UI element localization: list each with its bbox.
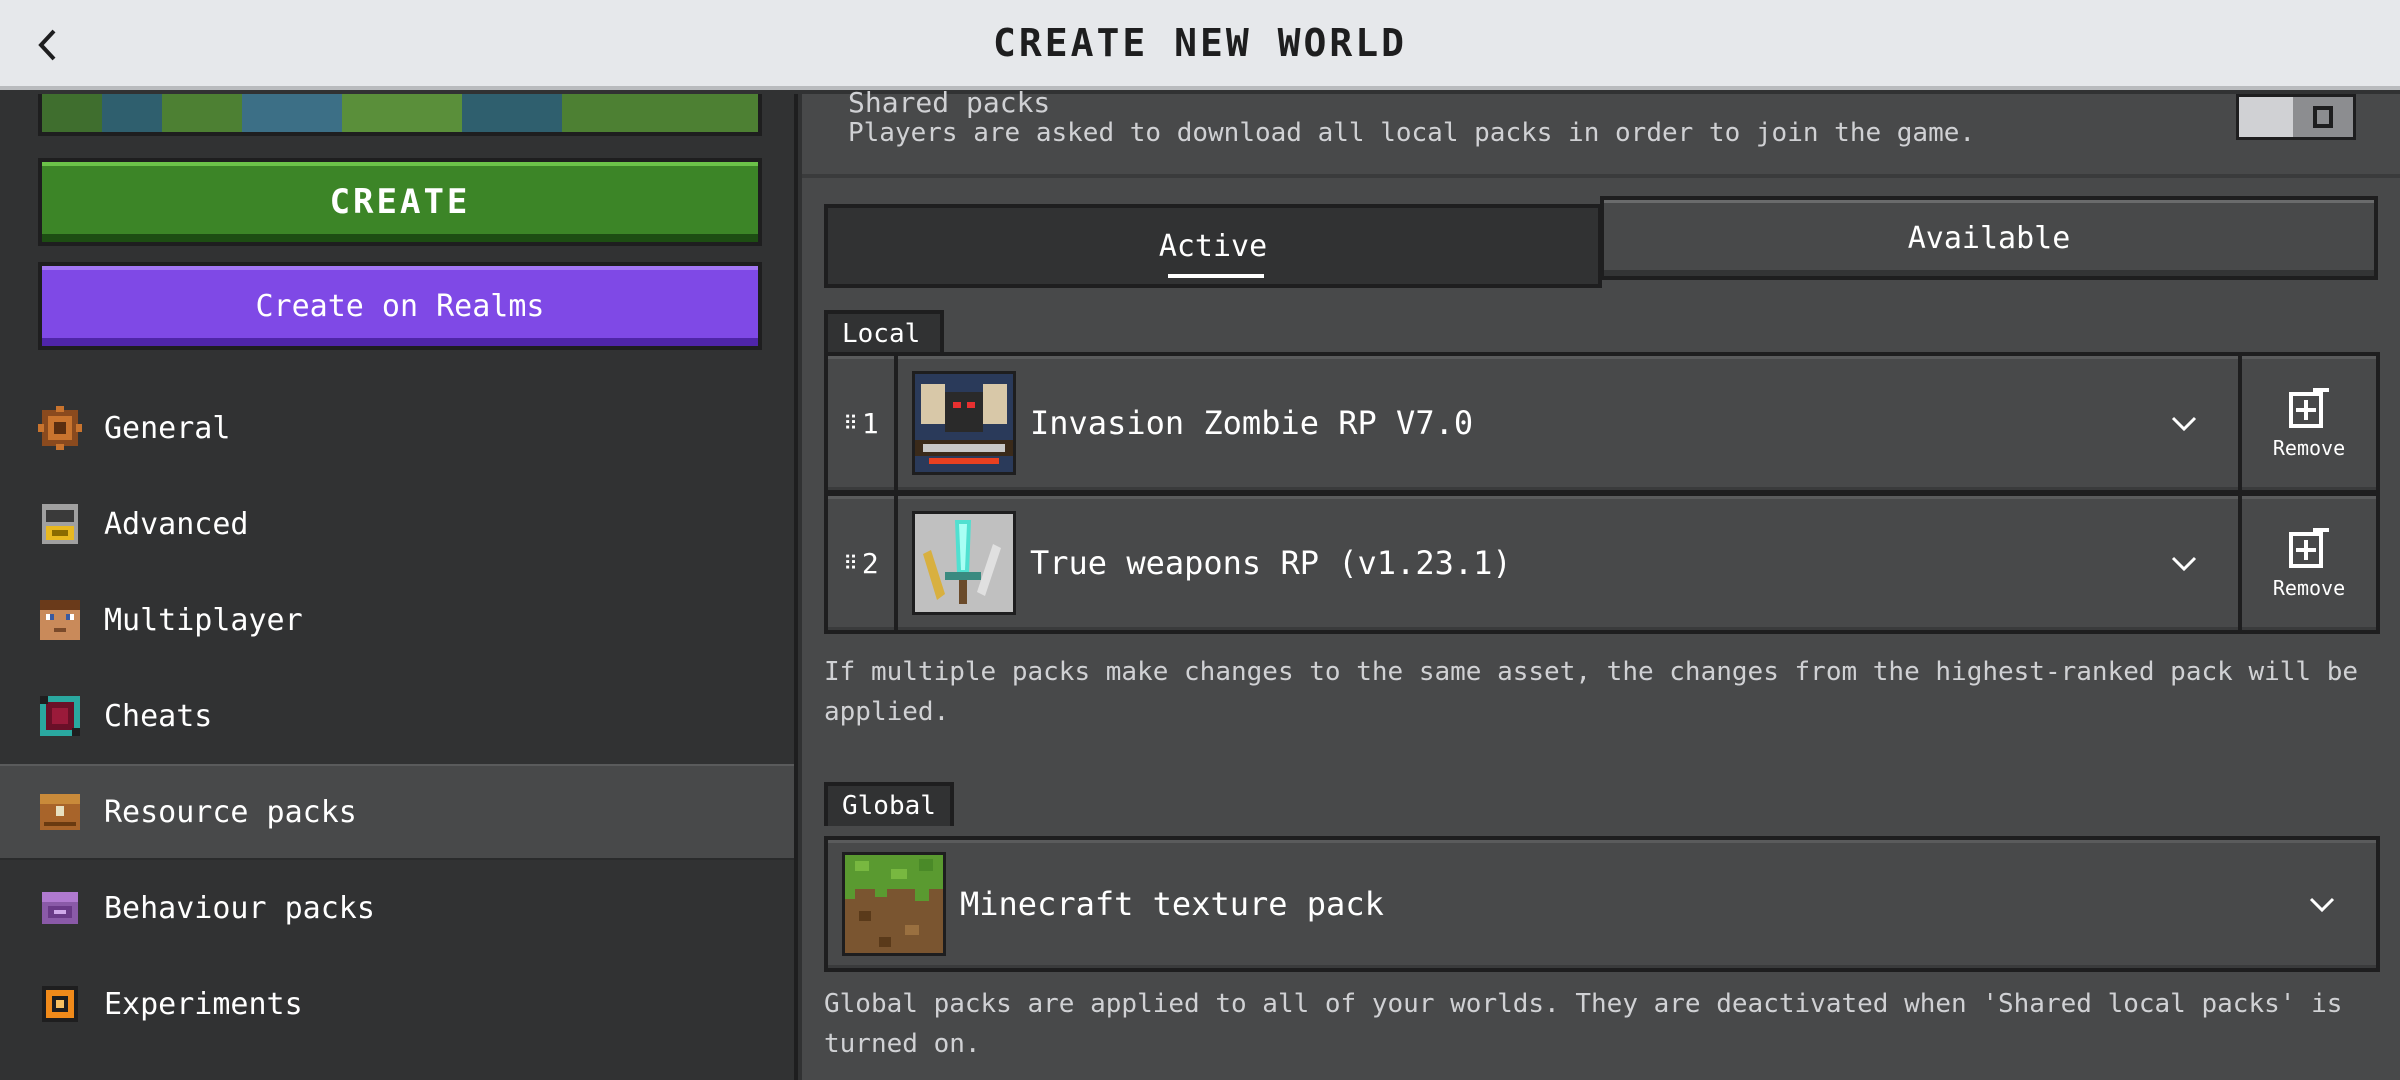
- local-packs-note: If multiple packs make changes to the sa…: [824, 657, 2359, 727]
- chevron-down-icon: [2171, 556, 2197, 572]
- pack-entry[interactable]: True weapons RP (v1.23.1): [898, 496, 2238, 630]
- pack-entry[interactable]: Invasion Zombie RP V7.0: [898, 356, 2238, 490]
- remove-label: Remove: [2272, 576, 2346, 600]
- list-item: ⠿ 2 True weapons RP (v1.23.1) Remove: [828, 496, 2376, 630]
- toggle-off-track: [2293, 97, 2353, 137]
- behaviour-packs-icon: [38, 886, 82, 930]
- chevron-down-icon: [2171, 416, 2197, 432]
- back-button[interactable]: [22, 20, 72, 70]
- divider: [802, 174, 2400, 178]
- remove-icon: [2289, 528, 2329, 568]
- toggle-knob: [2239, 97, 2293, 137]
- remove-label: Remove: [2272, 436, 2346, 460]
- settings-nav: General Advanced Multiplayer Cheats Reso…: [0, 380, 794, 1052]
- nav-item-general[interactable]: General: [0, 380, 794, 476]
- nav-item-behaviour-packs[interactable]: Behaviour packs: [0, 860, 794, 956]
- shared-packs-toggle[interactable]: [2236, 94, 2356, 140]
- world-preview-image: [38, 94, 762, 136]
- gear-icon: [38, 406, 82, 450]
- nav-item-cheats[interactable]: Cheats: [0, 668, 794, 764]
- remove-pack-button[interactable]: Remove: [2238, 496, 2376, 630]
- nav-item-multiplayer[interactable]: Multiplayer: [0, 572, 794, 668]
- create-on-realms-button[interactable]: Create on Realms: [38, 262, 762, 350]
- nav-label-general: General: [104, 410, 231, 446]
- list-item: ⠿ 1 Invasion Zombie RP V7.0 Remove: [828, 356, 2376, 490]
- pack-rank-handle[interactable]: ⠿ 2: [828, 496, 898, 630]
- nav-label-behaviour-packs: Behaviour packs: [104, 890, 375, 926]
- pack-rank-handle[interactable]: ⠿ 1: [828, 356, 898, 490]
- nav-item-resource-packs[interactable]: Resource packs: [0, 764, 794, 860]
- nav-label-resource-packs: Resource packs: [104, 794, 357, 830]
- list-item: Minecraft texture pack: [828, 840, 2376, 968]
- tab-active-label: Active: [1158, 228, 1268, 264]
- pack-name: Minecraft texture pack: [960, 885, 1384, 923]
- multiplayer-icon: [38, 598, 82, 642]
- create-on-realms-label: Create on Realms: [255, 288, 545, 324]
- nav-label-experiments: Experiments: [104, 986, 303, 1022]
- create-button-label: CREATE: [329, 182, 471, 222]
- tab-active[interactable]: Active: [824, 204, 1602, 288]
- pack-name: True weapons RP (v1.23.1): [1030, 544, 1512, 582]
- nav-label-multiplayer: Multiplayer: [104, 602, 303, 638]
- pack-rank-number: 1: [861, 406, 879, 440]
- advanced-icon: [38, 502, 82, 546]
- global-packs-note: Global packs are applied to all of your …: [824, 989, 2343, 1059]
- global-pack-list: Minecraft texture pack: [824, 836, 2380, 972]
- pack-thumbnail: [912, 511, 1016, 615]
- pack-thumbnail: [842, 852, 946, 956]
- pack-thumbnail: [912, 371, 1016, 475]
- toggle-off-icon: [2313, 106, 2333, 128]
- nav-item-advanced[interactable]: Advanced: [0, 476, 794, 572]
- left-sidebar: CREATE Create on Realms General Advanced…: [0, 94, 798, 1080]
- resource-packs-icon: [38, 790, 82, 834]
- remove-pack-button[interactable]: Remove: [2238, 356, 2376, 490]
- nav-item-experiments[interactable]: Experiments: [0, 956, 794, 1052]
- experiments-icon: [38, 982, 82, 1026]
- tab-available[interactable]: Available: [1600, 196, 2378, 280]
- nav-label-cheats: Cheats: [104, 698, 213, 734]
- remove-icon: [2289, 388, 2329, 428]
- chevron-left-icon: [38, 29, 56, 61]
- shared-packs-label: Shared packs: [848, 86, 1051, 119]
- shared-packs-description: Players are asked to download all local …: [848, 118, 1976, 148]
- nav-label-advanced: Advanced: [104, 506, 249, 542]
- tab-active-indicator: [1168, 274, 1264, 278]
- drag-handle-icon: ⠿: [843, 411, 858, 435]
- local-section-tag: Local: [824, 310, 944, 354]
- pack-rank-number: 2: [861, 546, 879, 580]
- cheats-icon: [38, 694, 82, 738]
- tab-available-label: Available: [1907, 220, 2071, 256]
- drag-handle-icon: ⠿: [843, 551, 858, 575]
- create-button[interactable]: CREATE: [38, 158, 762, 246]
- page-title: CREATE NEW WORLD: [992, 21, 1408, 65]
- local-pack-list: ⠿ 1 Invasion Zombie RP V7.0 Remove ⠿ 2 T…: [824, 352, 2380, 634]
- global-section-tag: Global: [824, 782, 954, 826]
- chevron-down-icon: [2309, 897, 2335, 913]
- top-bar: CREATE NEW WORLD: [0, 0, 2400, 90]
- resource-packs-panel: Shared packs Players are asked to downlo…: [802, 86, 2400, 1080]
- pack-entry[interactable]: Minecraft texture pack: [828, 840, 2376, 968]
- pack-name: Invasion Zombie RP V7.0: [1030, 404, 1474, 442]
